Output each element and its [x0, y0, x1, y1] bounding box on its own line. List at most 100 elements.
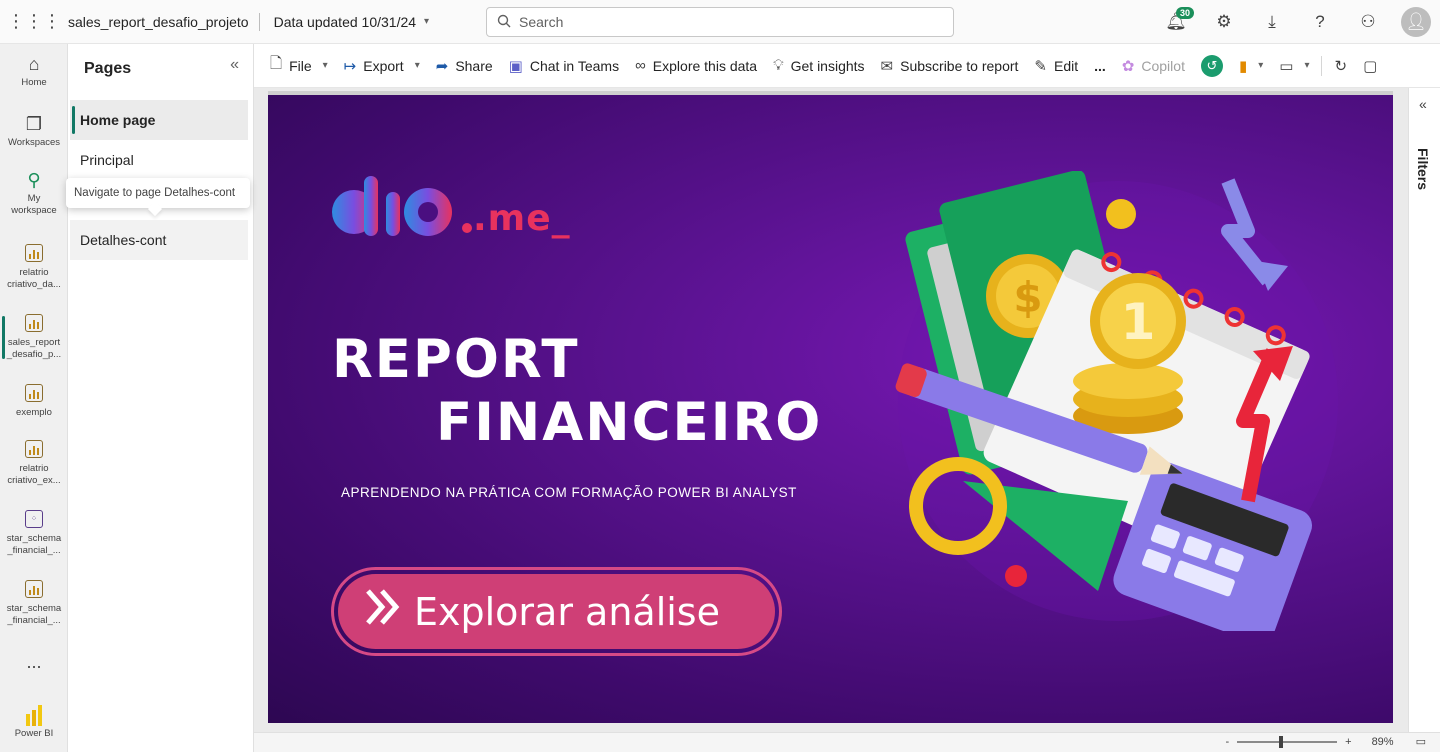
page-tooltip: Navigate to page Detalhes-cont — [66, 178, 250, 208]
export-icon: ↦ — [343, 57, 357, 75]
top-bar: ⋮⋮⋮ sales_report_desafio_projeto Data up… — [0, 0, 1440, 44]
export-menu[interactable]: ↦ Export ▾ — [336, 50, 428, 82]
report-icon — [25, 384, 43, 402]
zoom-slider-thumb[interactable] — [1279, 735, 1284, 748]
page-detalhes-cont[interactable]: Detalhes-cont — [70, 220, 248, 260]
settings-button[interactable]: ⚙ — [1200, 0, 1248, 44]
report-page: .me_ REPORT FINANCEIRO APRENDENDO NA PRÁ… — [268, 91, 1393, 723]
nav-label: star_schema _financial_... — [6, 533, 62, 556]
refresh-icon: ↻ — [1334, 57, 1348, 75]
divider — [1321, 55, 1323, 76]
avatar: 👤︎ — [1401, 7, 1431, 37]
reset-button[interactable]: ↺ — [1193, 50, 1231, 82]
share-icon: ➦ — [435, 57, 449, 75]
pencil-icon: ✎ — [1034, 57, 1047, 75]
nav-label: sales_report _desafio_p... — [6, 337, 62, 360]
copilot-icon: ✿ — [1121, 57, 1135, 75]
report-icon — [25, 440, 43, 458]
more-options-button[interactable]: ... — [1086, 50, 1114, 82]
report-title[interactable]: sales_report_desafio_projeto — [68, 12, 260, 31]
filters-pane[interactable]: « Filters — [1408, 88, 1440, 732]
nav-workspaces[interactable]: ❐ Workspaces — [0, 114, 68, 149]
person-icon: ⚲ — [27, 170, 41, 190]
help-button[interactable]: ? — [1296, 0, 1344, 44]
nav-semantic-model-star-schema[interactable]: ⁘ star_schema _financial_... — [0, 510, 68, 557]
file-menu[interactable]: 🗋︎ File ▾ — [262, 50, 336, 82]
lightbulb-icon: 💡︎ — [773, 57, 784, 74]
account-button[interactable]: 👤︎ — [1392, 0, 1440, 44]
nav-report-star-schema[interactable]: star_schema _financial_... — [0, 580, 68, 627]
explorar-analise-button[interactable]: Explorar análise — [331, 567, 782, 656]
chat-in-teams-button[interactable]: ▣ Chat in Teams — [501, 50, 627, 82]
copilot-button[interactable]: ✿ Copilot — [1114, 50, 1193, 82]
power-bi-brand[interactable]: Power BI — [0, 704, 68, 740]
nav-report-exemplo[interactable]: exemplo — [0, 384, 68, 419]
gear-icon: ⚙ — [1216, 12, 1232, 31]
report-icon — [25, 244, 43, 262]
search-placeholder: Search — [519, 14, 564, 30]
page-label: Detalhes-cont — [80, 232, 167, 248]
explore-data-button[interactable]: ∞ Explore this data — [627, 50, 765, 82]
notifications-button[interactable]: 🔔︎ 30 — [1152, 0, 1200, 44]
chevron-down-icon: ▾ — [414, 60, 420, 71]
semantic-model-icon: ⁘ — [25, 510, 43, 528]
feedback-button[interactable]: ⚇ — [1344, 0, 1392, 44]
nav-label: Workspaces — [7, 137, 61, 148]
nav-home[interactable]: ⌂ Home — [0, 54, 68, 89]
chevron-down-icon: ▾ — [424, 16, 430, 27]
question-icon: ? — [1315, 12, 1325, 31]
more-icon: ... — [1094, 57, 1106, 74]
export-label: Export — [363, 57, 404, 74]
report-toolbar: 🗋︎ File ▾ ↦ Export ▾ ➦ Share ▣ Chat in Teams ∞… — [254, 44, 1440, 88]
subscribe-button[interactable]: ✉ Subscribe to report — [873, 50, 1027, 82]
report-title-line1: REPORT — [332, 329, 580, 390]
subscribe-label: Subscribe to report — [900, 57, 1019, 74]
svg-text:$: $ — [1013, 273, 1042, 322]
share-button[interactable]: ➦ Share — [428, 50, 501, 82]
view-button[interactable]: ▭ ▾ — [1271, 50, 1317, 82]
search-input[interactable]: Search — [486, 7, 954, 37]
chevron-down-icon: ▾ — [1304, 60, 1310, 71]
collapse-pages-button[interactable]: « — [230, 56, 239, 74]
comments-button[interactable]: ▢ — [1355, 50, 1385, 82]
page-label: Home page — [80, 112, 156, 128]
nav-my-workspace[interactable]: ⚲ My workspace — [0, 170, 68, 217]
insights-label: Get insights — [790, 57, 865, 74]
zoom-out-button[interactable]: - — [1225, 736, 1229, 748]
zoom-slider[interactable] — [1237, 735, 1338, 748]
logo-suffix: .me_ — [473, 198, 571, 239]
teams-icon: ▣ — [508, 57, 523, 75]
data-updated-dropdown[interactable]: Data updated 10/31/24 ▾ — [274, 14, 430, 30]
expand-filters-icon[interactable]: « — [1419, 96, 1427, 112]
nav-report-sales-report[interactable]: sales_report _desafio_p... — [0, 314, 68, 361]
bookmark-button[interactable]: ▮ ▾ — [1231, 50, 1271, 82]
refresh-button[interactable]: ↻ — [1326, 50, 1355, 82]
page-principal[interactable]: Principal — [70, 140, 248, 180]
bookmark-icon: ▮ — [1238, 57, 1248, 75]
edit-button[interactable]: ✎ Edit — [1026, 50, 1086, 82]
workspaces-icon: ❐ — [25, 114, 43, 134]
file-icon: 🗋︎ — [270, 55, 283, 72]
nav-more-button[interactable]: ... — [0, 652, 68, 672]
fit-page-icon[interactable]: ▭ — [1416, 735, 1426, 748]
pages-panel: Pages « Home page Principal Detalhes-con… — [68, 44, 254, 752]
more-icon: ... — [26, 652, 42, 672]
left-navigation: ⌂ Home ❐ Workspaces ⚲ My workspace relat… — [0, 44, 68, 752]
nav-report-relatrio-criativo-ex[interactable]: relatrio criativo_ex... — [0, 440, 68, 487]
page-home[interactable]: Home page — [70, 100, 248, 140]
nav-report-relatrio-criativo-da[interactable]: relatrio criativo_da... — [0, 244, 68, 291]
download-button[interactable]: ⤓ — [1248, 0, 1296, 44]
app-launcher-icon[interactable]: ⋮⋮⋮ — [0, 0, 68, 44]
get-insights-button[interactable]: 💡︎ Get insights — [765, 50, 872, 82]
explore-label: Explore this data — [652, 57, 758, 74]
page-label: Principal — [80, 152, 134, 168]
copilot-label: Copilot — [1141, 57, 1185, 74]
report-icon — [25, 314, 43, 332]
status-bar: - + 89% ▭ — [254, 732, 1440, 752]
subscribe-icon: ✉ — [880, 57, 894, 75]
finance-illustration: $ 1 — [895, 171, 1338, 631]
file-label: File — [289, 57, 312, 74]
zoom-in-button[interactable]: + — [1345, 736, 1351, 748]
chat-label: Chat in Teams — [529, 57, 620, 74]
nav-label: My workspace — [11, 193, 57, 216]
